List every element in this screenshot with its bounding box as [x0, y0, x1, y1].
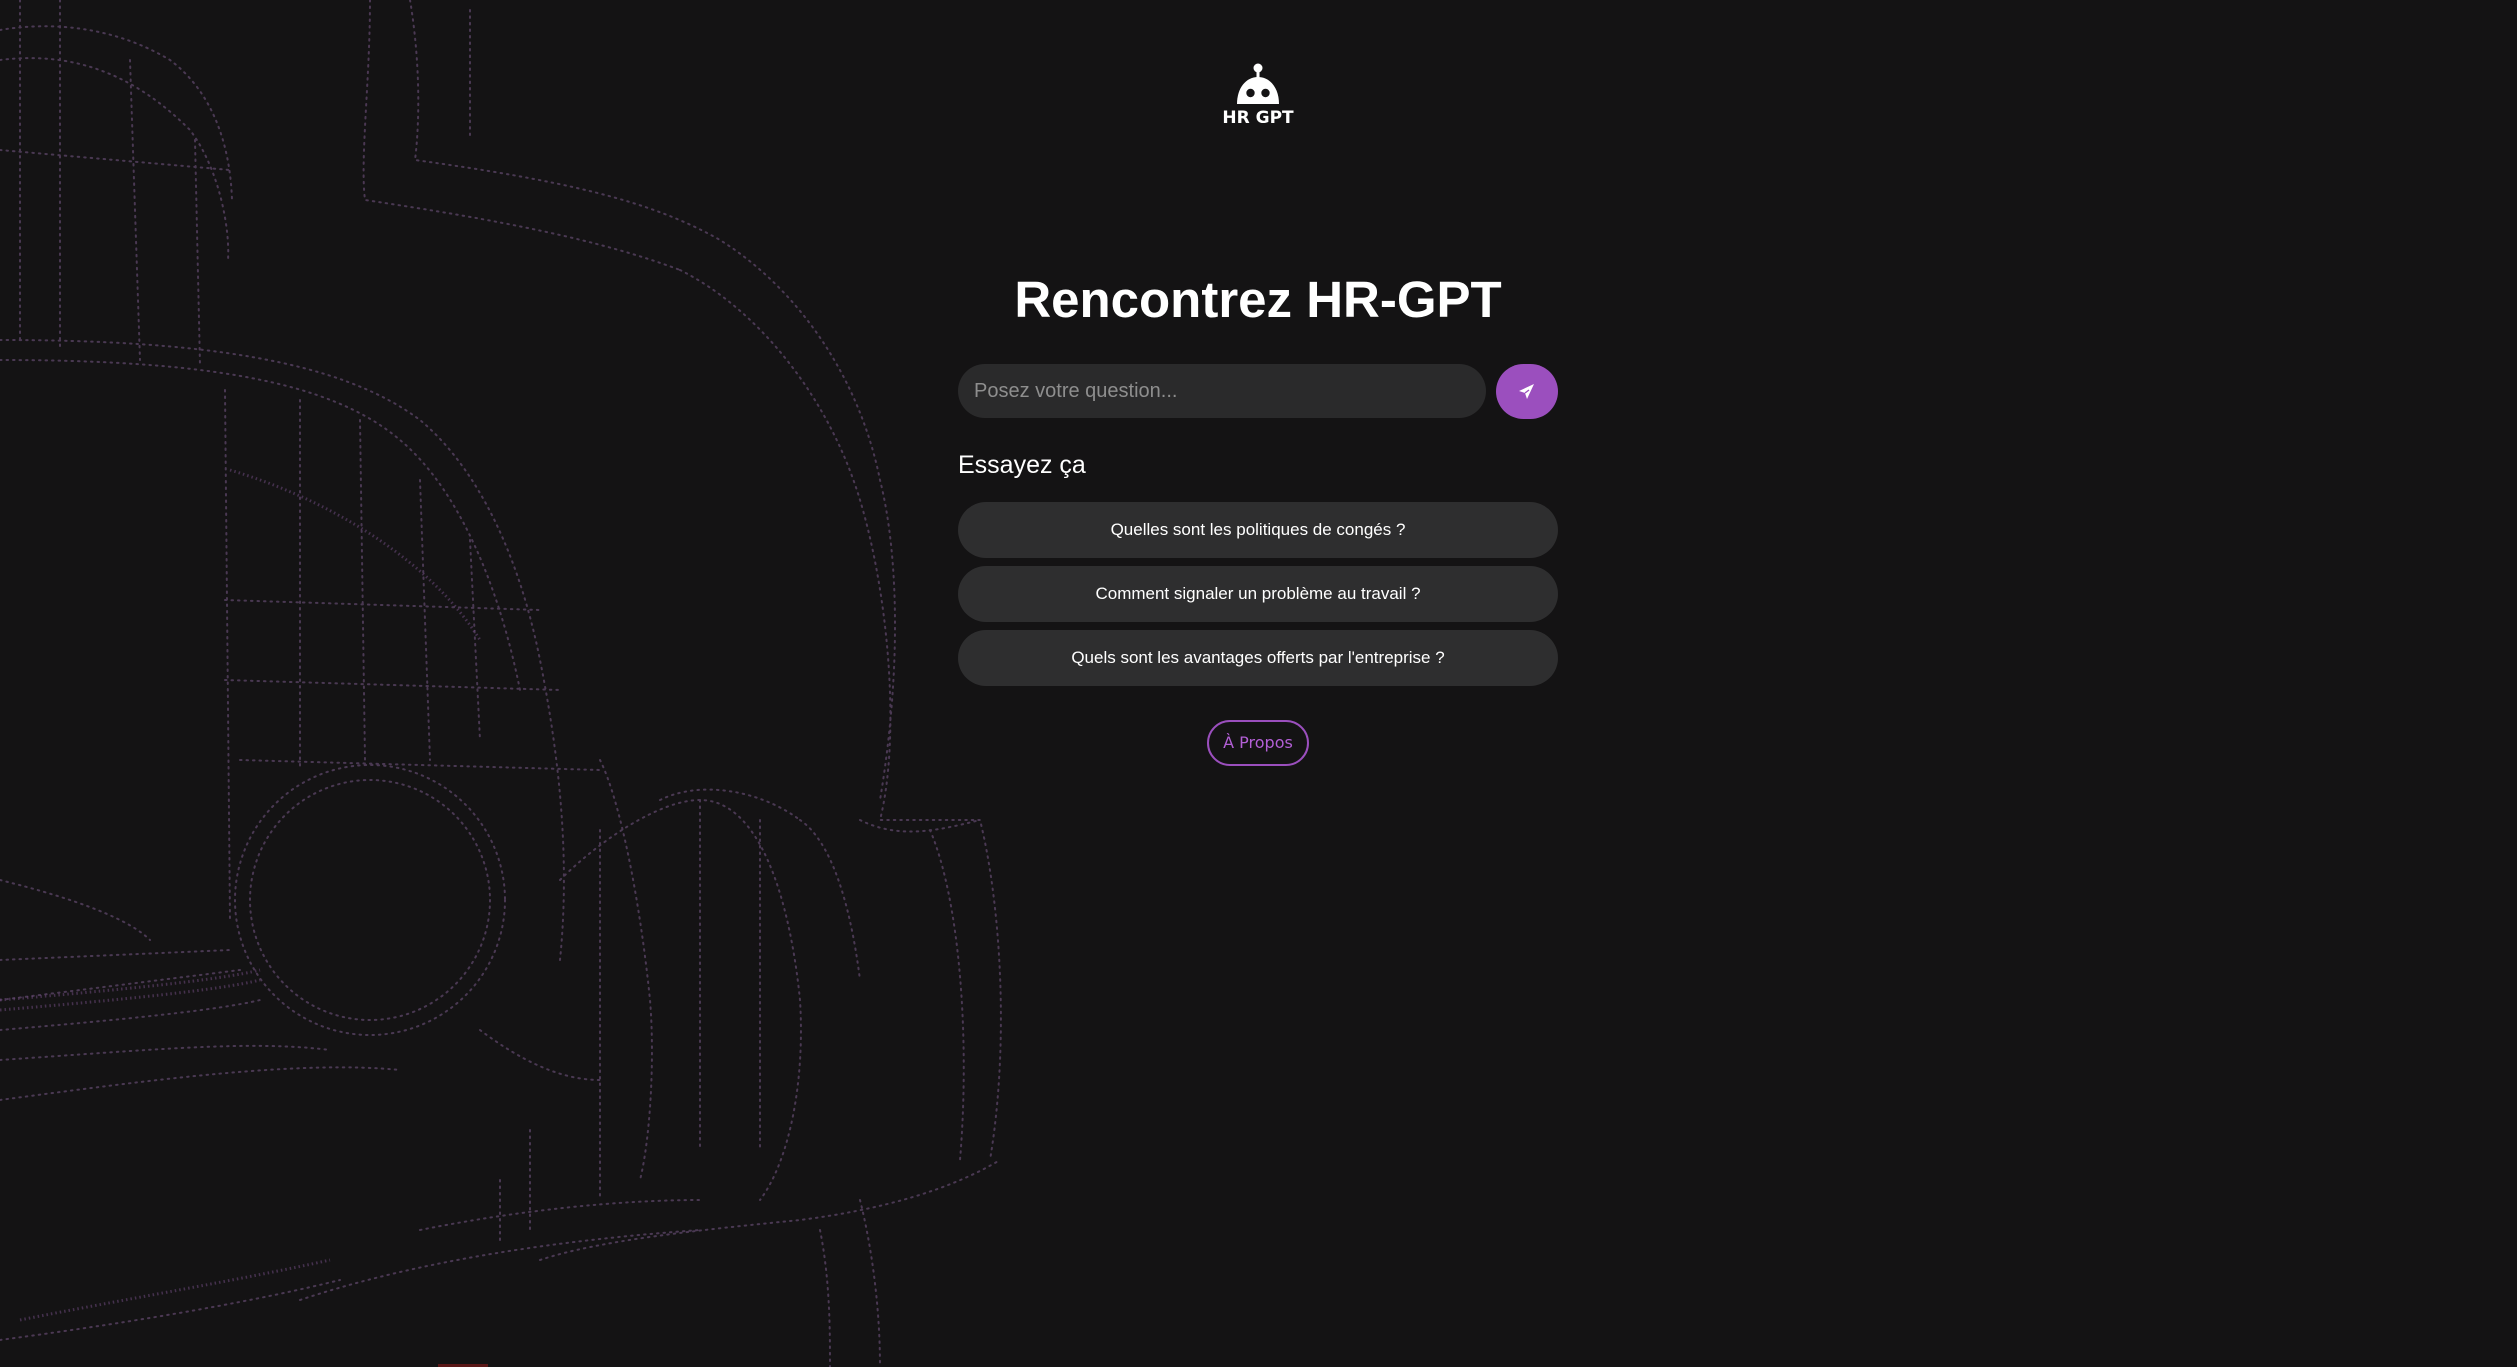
paper-plane-icon — [1519, 384, 1534, 399]
suggestions-heading: Essayez ça — [958, 451, 1086, 479]
logo-text: HR GPT — [1222, 108, 1294, 128]
page-title: Rencontrez HR-GPT — [1014, 271, 1502, 328]
suggestion-button[interactable]: Comment signaler un problème au travail … — [958, 566, 1558, 622]
hr-gpt-logo: HR GPT — [1212, 62, 1304, 130]
question-input[interactable] — [958, 364, 1486, 418]
bottom-edge-mark — [438, 1364, 488, 1367]
robot-logo-icon — [1237, 63, 1279, 104]
suggestion-button[interactable]: Quelles sont les politiques de congés ? — [958, 502, 1558, 558]
suggestion-button[interactable]: Quels sont les avantages offerts par l'e… — [958, 630, 1558, 686]
send-button[interactable] — [1496, 364, 1558, 419]
about-button[interactable]: À Propos — [1207, 720, 1309, 766]
app-screen: HR GPT Rencontrez HR-GPT Essayez ça Quel… — [0, 0, 2517, 1367]
